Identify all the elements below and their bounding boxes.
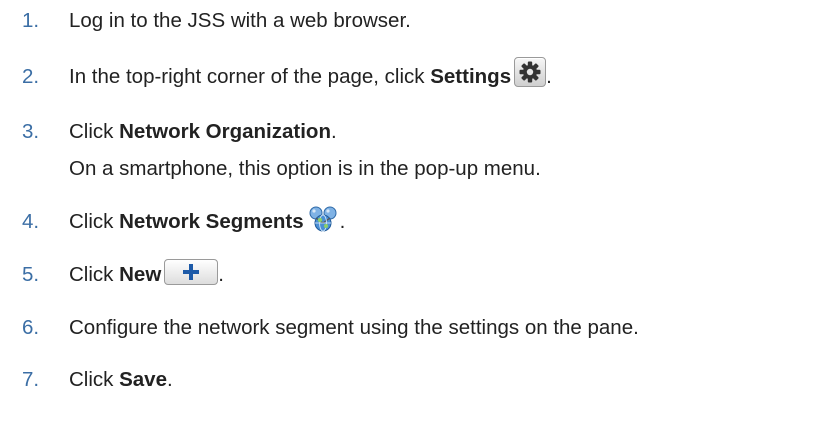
step-text-plain: . [339,210,346,233]
step-3: 3. Click Network Organization. [0,117,840,147]
step-text-plain: Click [69,210,120,233]
step-number: 4. [22,210,40,233]
step-1: 1. Log in to the JSS with a web browser. [0,6,840,36]
step-text: Log in to the JSS with a web browser. [69,6,411,36]
step-text: Click Network Segments . [69,204,346,238]
step-number: 7. [22,368,40,391]
step-text-plain: Click [69,120,120,143]
step-text: Click Save. [69,365,173,395]
ui-term-settings: Settings [430,65,512,88]
step-text: Configure the network segment using the … [69,313,639,343]
step-text: In the top-right corner of the page, cli… [69,56,552,93]
ui-term-network-segments: Network Segments [119,210,304,233]
step-7: 7. Click Save. [0,365,840,395]
step-text-plain: Click [69,263,120,286]
step-text-plain: In the top-right corner of the page, cli… [69,65,431,88]
step-text-plain: Click [69,368,120,391]
gear-icon [514,56,547,87]
step-2: 2. In the top-right corner of the page, … [0,56,840,93]
step-4: 4. Click Network Segments . [0,204,840,238]
step-6: 6. Configure the network segment using t… [0,313,840,343]
step-5: 5. Click New . [0,258,840,290]
step-text-plain: Log in to the JSS with a web browser. [69,9,411,32]
ui-term-network-organization: Network Organization [119,120,331,143]
ui-term-save: Save [119,368,167,391]
step-text: Click New . [69,258,224,290]
network-globe-icon [306,204,340,234]
step-text-plain: . [546,65,552,88]
step-text-plain: . [167,368,173,391]
step-number: 1. [22,9,40,32]
step-text: Click Network Organization. [69,117,337,147]
step-3-note: On a smartphone, this option is in the p… [69,157,541,180]
step-number: 2. [22,65,40,88]
ui-term-new: New [119,263,162,286]
step-number: 3. [22,120,40,143]
step-text-plain: Configure the network segment using the … [69,316,639,339]
step-number: 5. [22,263,40,286]
step-text-plain: . [218,263,224,286]
instruction-steps: 1. Log in to the JSS with a web browser.… [0,0,840,430]
step-number: 6. [22,316,40,339]
plus-icon [164,258,219,285]
step-text-plain: . [330,120,337,143]
